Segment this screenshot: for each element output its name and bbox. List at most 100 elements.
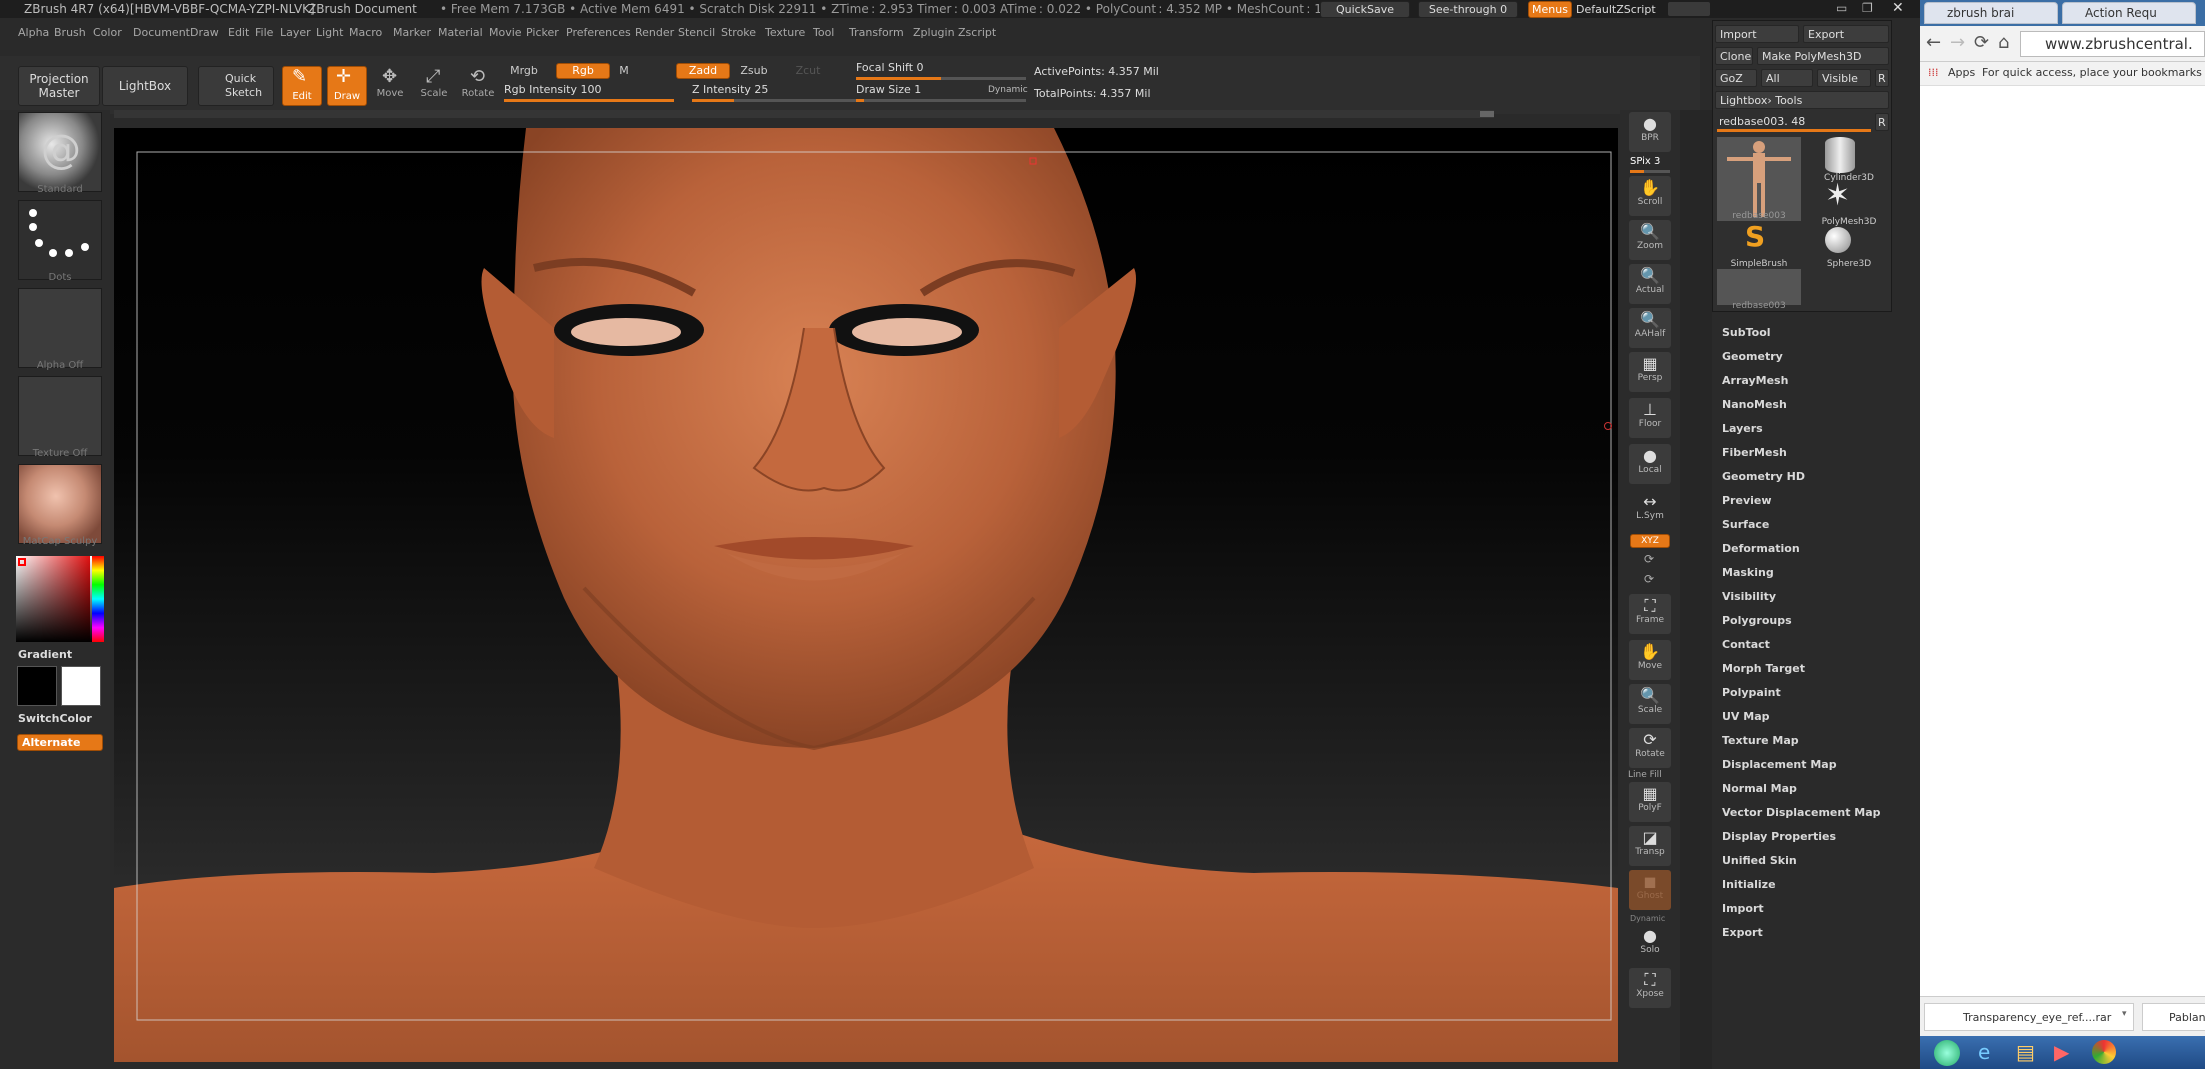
tool-thumb-redbase[interactable]: [1717, 137, 1801, 221]
floor-button[interactable]: ⊥ Floor: [1629, 398, 1671, 438]
lsym-button[interactable]: ↔ L.Sym: [1629, 490, 1671, 530]
subpalette-vector-displacement-map[interactable]: Vector Displacement Map: [1722, 806, 1881, 819]
import-button[interactable]: Import: [1715, 25, 1799, 43]
download-item-2[interactable]: Pablan: [2142, 1003, 2205, 1031]
menu-light[interactable]: Light: [316, 26, 343, 39]
close-icon[interactable]: ✕: [1892, 0, 1904, 16]
mrgb-button[interactable]: Mrgb: [504, 64, 544, 77]
sphere-icon[interactable]: [1825, 227, 1851, 253]
subpalette-preview[interactable]: Preview: [1722, 494, 1772, 507]
zcut-button[interactable]: Zcut: [790, 64, 826, 77]
rgb-intensity-slider[interactable]: [504, 99, 674, 102]
forward-icon[interactable]: →: [1950, 32, 1965, 53]
draw-size-slider[interactable]: [856, 99, 1026, 102]
brush-selector[interactable]: @: [18, 112, 102, 192]
lightbox-button[interactable]: LightBox: [102, 66, 188, 106]
menu-macro[interactable]: Macro: [349, 26, 382, 39]
subpalette-unified-skin[interactable]: Unified Skin: [1722, 854, 1797, 867]
zsub-button[interactable]: Zsub: [734, 64, 774, 77]
rgb-button[interactable]: Rgb: [556, 63, 610, 79]
polyf-button[interactable]: ▦ PolyF: [1629, 782, 1671, 822]
dynamic-toggle[interactable]: Dynamic: [988, 85, 1028, 95]
tool-slider[interactable]: [1717, 129, 1871, 132]
persp-button[interactable]: ▦ Persp: [1629, 352, 1671, 392]
menus-button[interactable]: Menus: [1528, 1, 1572, 18]
document-canvas[interactable]: [114, 128, 1618, 1062]
menu-file[interactable]: File: [255, 26, 273, 39]
menu-document[interactable]: Document: [133, 26, 190, 39]
menu-texture[interactable]: Texture: [765, 26, 805, 39]
bpr-button[interactable]: ● BPR: [1629, 112, 1671, 152]
hue-strip[interactable]: [92, 556, 104, 642]
main-color-swatch[interactable]: [61, 666, 101, 706]
menu-tool[interactable]: Tool: [813, 26, 834, 39]
alternate-button[interactable]: Alternate: [17, 734, 103, 751]
xyz-button[interactable]: XYZ: [1630, 534, 1670, 548]
apps-grid-icon[interactable]: ⁞⁞⁞: [1928, 66, 1939, 79]
r-button-2[interactable]: R: [1875, 113, 1889, 131]
z-axis-icon[interactable]: ⟳: [1644, 572, 1654, 586]
subpalette-morph-target[interactable]: Morph Target: [1722, 662, 1805, 675]
rotate-view-button[interactable]: ⟳ Rotate: [1629, 728, 1671, 768]
secondary-color-swatch[interactable]: [17, 666, 57, 706]
alpha-selector[interactable]: [18, 288, 102, 368]
lightbox-tools-button[interactable]: Lightbox› Tools: [1715, 91, 1889, 109]
menu-edit[interactable]: Edit: [228, 26, 249, 39]
media-icon[interactable]: ▶: [2054, 1040, 2069, 1064]
z-intensity-slider[interactable]: [692, 99, 860, 102]
menu-preferences[interactable]: Preferences: [566, 26, 631, 39]
current-tool-name[interactable]: redbase003. 48: [1719, 115, 1805, 128]
goz-button[interactable]: GoZ: [1715, 69, 1757, 87]
menu-brush[interactable]: Brush: [54, 26, 86, 39]
menu-transform[interactable]: Transform: [849, 26, 904, 39]
reload-icon[interactable]: ⟳: [1974, 32, 1989, 53]
rotate-button[interactable]: Rotate: [458, 88, 498, 99]
menu-color[interactable]: Color: [93, 26, 122, 39]
tool-thumb-redbase-2[interactable]: [1717, 269, 1801, 305]
move-button[interactable]: Move: [370, 88, 410, 99]
subpalette-initialize[interactable]: Initialize: [1722, 878, 1776, 891]
color-picker[interactable]: [16, 556, 104, 642]
xpose-button[interactable]: ⛶ Xpose: [1629, 968, 1671, 1008]
cylinder-icon[interactable]: [1825, 137, 1855, 173]
actual-button[interactable]: 🔍 Actual: [1629, 264, 1671, 304]
material-selector[interactable]: [18, 464, 102, 544]
color-marker[interactable]: [18, 558, 26, 566]
ie-icon[interactable]: e: [1978, 1040, 1990, 1064]
subpalette-masking[interactable]: Masking: [1722, 566, 1774, 579]
subpalette-display-properties[interactable]: Display Properties: [1722, 830, 1836, 843]
m-button[interactable]: M: [616, 64, 632, 77]
all-button[interactable]: All: [1761, 69, 1813, 87]
subpalette-layers[interactable]: Layers: [1722, 422, 1763, 435]
export-button[interactable]: Export: [1803, 25, 1889, 43]
download-item-1[interactable]: Transparency_eye_ref....rar: [1924, 1003, 2134, 1031]
gradient-label[interactable]: Gradient: [18, 648, 72, 661]
make-polymesh-button[interactable]: Make PolyMesh3D: [1757, 47, 1889, 65]
see-through-slider[interactable]: See-through 0: [1418, 1, 1518, 18]
menu-marker[interactable]: Marker: [393, 26, 431, 39]
clone-button[interactable]: Clone: [1715, 47, 1753, 65]
subpalette-arraymesh[interactable]: ArrayMesh: [1722, 374, 1788, 387]
spix-label[interactable]: SPix 3: [1630, 156, 1660, 167]
spix-slider[interactable]: [1630, 170, 1670, 173]
subpalette-subtool[interactable]: SubTool: [1722, 326, 1771, 339]
menu-render[interactable]: Render: [635, 26, 674, 39]
browser-tab-2[interactable]: Action Requ: [2062, 2, 2196, 24]
start-orb-icon[interactable]: [1934, 1040, 1960, 1066]
stroke-selector[interactable]: [18, 200, 102, 280]
zoom-button[interactable]: 🔍 Zoom: [1629, 220, 1671, 260]
restore-icon[interactable]: ❐: [1862, 1, 1873, 15]
frame-button[interactable]: ⛶ Frame: [1629, 594, 1671, 634]
menu-movie[interactable]: Movie: [489, 26, 522, 39]
solo-button[interactable]: ● Solo: [1629, 924, 1671, 964]
menu-zscript[interactable]: Zscript: [958, 26, 996, 39]
subpalette-geometry[interactable]: Geometry: [1722, 350, 1783, 363]
menu-material[interactable]: Material: [438, 26, 483, 39]
switchcolor-button[interactable]: SwitchColor: [18, 712, 92, 725]
subpalette-nanomesh[interactable]: NanoMesh: [1722, 398, 1787, 411]
move-view-button[interactable]: ✋ Move: [1629, 640, 1671, 680]
horizontal-scroll-track[interactable]: [114, 110, 1494, 118]
subpalette-contact[interactable]: Contact: [1722, 638, 1770, 651]
menu-zplugin[interactable]: Zplugin: [913, 26, 955, 39]
scroll-button[interactable]: ✋ Scroll: [1629, 176, 1671, 216]
